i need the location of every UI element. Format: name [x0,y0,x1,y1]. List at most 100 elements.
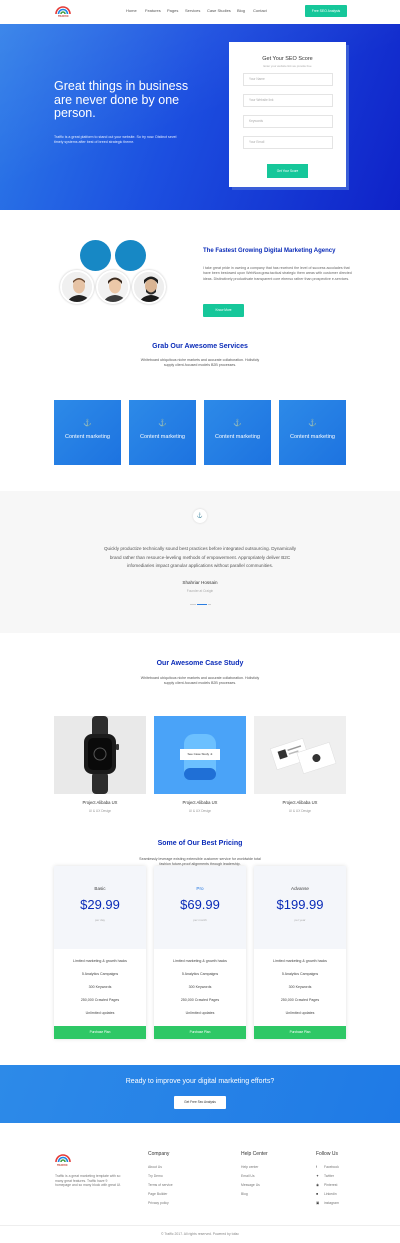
plan-period: per day [94,918,105,922]
plan-feature: 250,000 Crawled Pages [280,998,320,1002]
services-title: Grab Our Awesome Services [152,343,248,350]
twitter-link[interactable]: ✦ Twitter [316,1174,334,1178]
nav-item-contact[interactable]: Contact [253,8,267,13]
testimonial-text: Quickly productize technically sound bes… [103,546,296,568]
case-study-image-speaker[interactable]: See Case Study ➜ [154,716,246,794]
plan-price: $69.99 [180,897,220,912]
cta-title: Ready to improve your digital marketing … [125,1078,275,1085]
nav-item-home[interactable]: Home [126,8,137,13]
plan-price: $29.99 [80,897,120,912]
linkedin-link[interactable]: ■ Linkedin [316,1192,337,1196]
purchase-plan-button[interactable]: Purchase Plan [54,1026,146,1039]
purchase-plan-button[interactable]: Purchase Plan [154,1026,246,1039]
pricing-title: Some of Our Best Pricing [157,840,243,847]
email-field[interactable]: Your Email [243,136,333,149]
hero-subtitle: Traffic is a great platform to stand out… [54,135,177,144]
case-study-item-title[interactable]: Project Alibaba UX [154,800,246,805]
pinterest-link[interactable]: ◉ Pinterest [316,1183,337,1187]
quote-icon: ⚓ [193,509,207,523]
case-study-item-subtitle: UI & UX Design [288,809,312,813]
free-seo-analysis-button[interactable]: Free SEO Analysis [305,5,347,17]
decor-circle [80,240,111,271]
plan-feature: Limited marketing & growth hacks [273,959,327,963]
carousel-dot-active[interactable] [197,604,207,605]
name-field[interactable]: Your Name [243,73,333,86]
testimonial-role: Founder at Craigin [186,589,214,593]
hero-title: Great things in business are never done … [54,79,189,120]
nav-item-pages[interactable]: Pages [167,8,178,13]
nav-item-services[interactable]: Services [185,8,200,13]
case-study-item-title[interactable]: Project Alibaba UX [54,800,146,805]
see-case-study-button[interactable]: See Case Study ➜ [180,749,220,760]
hero-section: Great things in business are never done … [0,24,400,210]
anchor-icon: ⚓ [233,420,242,427]
footer-follow-title: Follow Us [316,1151,338,1157]
website-field[interactable]: Your Website link [243,94,333,107]
case-study-image-cards[interactable] [254,716,346,794]
instagram-link[interactable]: ▣ instagram [316,1201,339,1205]
decor-circle [115,240,146,271]
footer-link[interactable]: Blog [241,1192,248,1196]
nav-item-features[interactable]: Features [145,8,161,13]
linkedin-icon: ■ [316,1192,319,1196]
team-avatar [60,270,94,304]
footer-divider [0,1225,400,1226]
service-label: Content marketing [140,434,185,440]
footer-link[interactable]: Try Demo [148,1174,163,1178]
purchase-plan-button[interactable]: Purchase Plan [254,1026,346,1039]
plan-feature: Unlimited updates [185,1011,215,1015]
facebook-link[interactable]: f Facebook [316,1165,339,1169]
footer-link[interactable]: Message Us [241,1183,260,1187]
footer-link[interactable]: Page Builder [148,1192,167,1196]
service-card[interactable]: ⚓ Content marketing [204,400,271,465]
plan-period: per year [294,918,306,922]
agency-text: I take great pride in owning a company t… [203,266,352,281]
carousel-dot[interactable] [208,604,211,605]
footer-help-title: Help Center [241,1151,268,1157]
pinterest-icon: ◉ [316,1183,319,1187]
service-card[interactable]: ⚓ Content marketing [279,400,346,465]
pricing-card-basic: Basic $29.99 per day Limited marketing &… [54,866,146,1039]
plan-feature: 5 Analytics Campaigns [281,972,319,976]
service-label: Content marketing [65,434,110,440]
case-study-title: Our Awesome Case Study [156,660,244,667]
agency-title: The Fastest Growing Digital Marketing Ag… [203,248,336,254]
nav-item-blog[interactable]: Blog [237,8,245,13]
plan-feature: 300 Keywords [88,985,112,989]
plan-name: Advanse [291,886,309,891]
footer-link[interactable]: Email Us [241,1174,255,1178]
footer-logo-icon[interactable] [55,1153,71,1164]
instagram-icon: ▣ [316,1201,320,1205]
pricing-card-advanse: Advanse $199.99 per year Limited marketi… [254,866,346,1039]
testimonial-name: Shahriar Hossain [182,580,218,585]
nav-item-case-studies[interactable]: Case Studies [207,8,231,13]
know-more-button[interactable]: Know More [203,304,244,317]
plan-feature: 250,000 Crawled Pages [180,998,220,1002]
footer-link[interactable]: About Us [148,1165,162,1169]
footer-link[interactable]: Terms of service [148,1183,173,1187]
plan-feature: 300 Keywords [188,985,212,989]
service-card[interactable]: ⚓ Content marketing [54,400,121,465]
case-study-item-title[interactable]: Project Alibaba UX [254,800,346,805]
twitter-icon: ✦ [316,1174,319,1178]
case-study-item-subtitle: UI & UX Design [188,809,212,813]
get-score-button[interactable]: Get Your Score [267,164,308,178]
plan-feature: Limited marketing & growth hacks [73,959,127,963]
carousel-dot[interactable] [190,604,196,605]
plan-feature: Limited marketing & growth hacks [173,959,227,963]
keywords-field[interactable]: Keywords [243,115,333,128]
free-seo-analysis-cta-button[interactable]: Get Free Seo Analysis [174,1096,226,1109]
pricing-card-pro: Pro $69.99 per month Limited marketing &… [154,866,246,1039]
case-study-image-watch[interactable] [54,716,146,794]
plan-feature: 300 Keywords [288,985,312,989]
anchor-icon: ⚓ [308,420,317,427]
service-label: Content marketing [215,434,260,440]
footer-link[interactable]: Privacy policy [148,1201,169,1205]
service-card[interactable]: ⚓ Content marketing [129,400,196,465]
case-study-item-subtitle: UI & UX Design [88,809,112,813]
footer-link[interactable]: Help center [241,1165,258,1169]
plan-feature: Unlimited updates [85,1011,115,1015]
plan-feature: 250,000 Crawled Pages [80,998,120,1002]
brand-logo-text: TRAFFIC [58,15,69,18]
plan-feature: Unlimited updates [285,1011,315,1015]
